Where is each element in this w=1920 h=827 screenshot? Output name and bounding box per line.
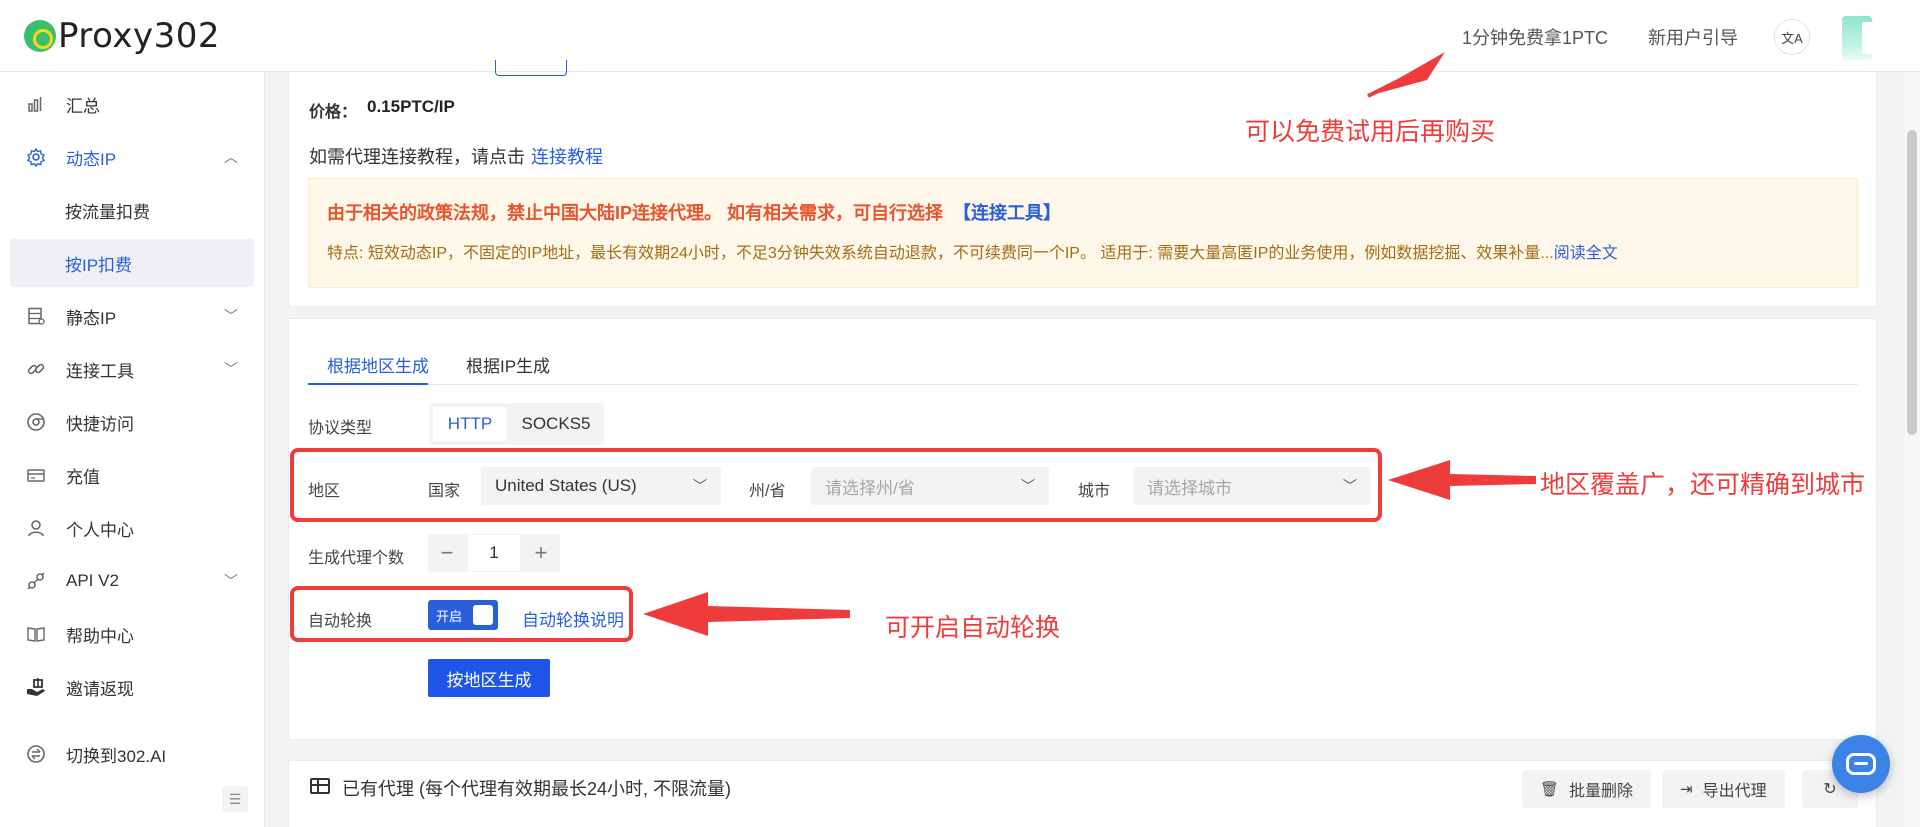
chevron-down-icon: ﹀ (224, 573, 238, 589)
sidebar-item-label: 帮助中心 (66, 626, 134, 646)
chevron-down-icon: ﹀ (224, 308, 238, 324)
tab-by-ip[interactable]: 根据IP生成 (466, 352, 550, 377)
sidebar-item-label: 汇总 (66, 96, 100, 116)
region-highlight-box (290, 448, 1382, 522)
generate-by-region-button[interactable]: 按地区生成 (428, 659, 550, 697)
table-icon (310, 778, 330, 794)
protocol-http-option[interactable]: HTTP (433, 407, 507, 441)
tutorial-link[interactable]: 连接教程 (531, 147, 603, 167)
sidebar-item-ip-billing[interactable]: 按IP扣费 (10, 239, 254, 287)
translate-icon[interactable]: 文A (1774, 19, 1810, 55)
notice-title-text: 由于相关的政策法规，禁止中国大陆IP连接代理。 如有相关需求，可自行选择 (327, 203, 944, 223)
logo-icon (24, 20, 56, 52)
notice-body: 特点: 短效动态IP，不固定的IP地址，最长有效期24小时，不足3分钟失效系统自… (327, 239, 1618, 263)
notice-title: 由于相关的政策法规，禁止中国大陆IP连接代理。 如有相关需求，可自行选择 【连接工… (327, 199, 1061, 225)
chat-icon (1846, 753, 1876, 775)
tab-by-region[interactable]: 根据地区生成 (327, 352, 429, 377)
policy-notice: 由于相关的政策法规，禁止中国大陆IP连接代理。 如有相关需求，可自行选择 【连接工… (308, 178, 1858, 288)
existing-proxies-title: 已有代理 (每个代理有效期最长24小时, 不限流量) (342, 779, 732, 799)
tutorial-text: 如需代理连接教程，请点击 (309, 147, 525, 167)
switch-icon (24, 742, 48, 766)
sidebar-item-profile[interactable]: 个人中心 (10, 504, 254, 552)
quantity-input[interactable]: 1 (468, 535, 520, 571)
protocol-selector: HTTP SOCKS5 (429, 403, 604, 445)
read-more-link[interactable]: 阅读全文 (1554, 245, 1618, 262)
batch-delete-button[interactable]: 🗑 批量删除 (1522, 770, 1652, 808)
sidebar-item-label: API V2 (66, 571, 119, 590)
sidebar-item-label: 邀请返现 (66, 679, 134, 699)
refresh-icon: ↻ (1823, 781, 1837, 798)
chrome-icon (24, 410, 48, 434)
sidebar-item-label: 静态IP (66, 308, 117, 328)
sidebar-item-traffic-billing[interactable]: 按流量扣费 (10, 186, 254, 234)
rotate-annotation: 可开启自动轮换 (885, 614, 1061, 642)
chevron-down-icon: ﹀ (224, 361, 238, 377)
sidebar-item-connection-tools[interactable]: 连接工具 ﹀ (10, 345, 254, 393)
sidebar-item-label: 连接工具 (66, 361, 134, 381)
count-label: 生成代理个数 (308, 550, 405, 567)
batch-delete-label: 批量删除 (1569, 783, 1634, 800)
export-button[interactable]: ⇥ 导出代理 (1662, 770, 1785, 808)
quantity-stepper: − 1 + (428, 534, 560, 572)
new-user-guide-link[interactable]: 新用户引导 (1648, 24, 1738, 50)
avatar[interactable] (1842, 16, 1872, 60)
export-label: 导出代理 (1702, 783, 1767, 800)
logo-text: Proxy302 (58, 16, 221, 56)
scrollbar-thumb[interactable] (1907, 130, 1917, 435)
gift-icon (24, 675, 48, 699)
free-trial-link[interactable]: 1分钟免费拿1PTC (1462, 24, 1608, 50)
gear-icon (24, 145, 48, 169)
chevron-up-icon: ︿ (224, 149, 238, 165)
tabs-divider (308, 384, 1858, 385)
trash-icon: 🗑 (1540, 781, 1560, 798)
book-icon (24, 622, 48, 646)
top-header: Proxy302 1分钟免费拿1PTC 新用户引导 文A (0, 0, 1920, 72)
tutorial-line: 如需代理连接教程，请点击 连接教程 (309, 143, 603, 169)
collapse-sidebar-icon[interactable]: ☰ (222, 786, 248, 812)
user-icon (24, 516, 48, 540)
free-trial-annotation: 可以免费试用后再购买 (1245, 118, 1496, 146)
notice-body-text: 特点: 短效动态IP，不固定的IP地址，最长有效期24小时，不足3分钟失效系统自… (327, 245, 1554, 262)
sidebar-item-label: 动态IP (66, 149, 117, 169)
option-stub (495, 60, 567, 76)
sidebar-item-switch-302ai[interactable]: 切换到302.AI (10, 730, 254, 778)
server-icon (24, 304, 48, 328)
sidebar-item-label: 充值 (66, 467, 100, 487)
bar-chart-icon (24, 92, 48, 116)
increment-button[interactable]: + (522, 534, 560, 572)
chat-support-button[interactable] (1832, 735, 1890, 793)
sidebar-item-quick-access[interactable]: 快捷访问 (10, 398, 254, 446)
sidebar: 汇总 动态IP ︿ 按流量扣费 按IP扣费 静态IP ﹀ 连接工具 ﹀ 快捷访问… (0, 72, 265, 827)
connection-tool-link[interactable]: 【连接工具】 (953, 203, 1061, 223)
sidebar-item-label: 个人中心 (66, 520, 134, 540)
decrement-button[interactable]: − (428, 534, 466, 572)
sidebar-item-help[interactable]: 帮助中心 (10, 610, 254, 658)
export-icon: ⇥ (1680, 781, 1693, 798)
card-icon (24, 463, 48, 487)
price-value: 0.15PTC/IP (367, 97, 455, 116)
link-icon (24, 357, 48, 381)
sidebar-item-summary[interactable]: 汇总 (10, 80, 254, 128)
sidebar-item-invite[interactable]: 邀请返现 (10, 663, 254, 711)
rotate-highlight-box (290, 586, 633, 642)
price-label: 价格： (309, 104, 358, 121)
sidebar-item-dynamic-ip[interactable]: 动态IP ︿ (10, 133, 254, 181)
api-icon (24, 569, 48, 593)
protocol-label: 协议类型 (308, 420, 373, 437)
active-tab-indicator (308, 383, 428, 385)
logo[interactable]: Proxy302 (24, 16, 220, 56)
protocol-socks5-option[interactable]: SOCKS5 (511, 407, 601, 441)
sidebar-item-recharge[interactable]: 充值 (10, 451, 254, 499)
region-annotation: 地区覆盖广，还可精确到城市 (1540, 471, 1866, 499)
sidebar-item-label: 切换到302.AI (66, 746, 167, 766)
sidebar-item-label: 快捷访问 (66, 414, 134, 434)
sidebar-item-static-ip[interactable]: 静态IP ﹀ (10, 292, 254, 340)
sidebar-item-api-v2[interactable]: API V2 ﹀ (10, 557, 254, 605)
